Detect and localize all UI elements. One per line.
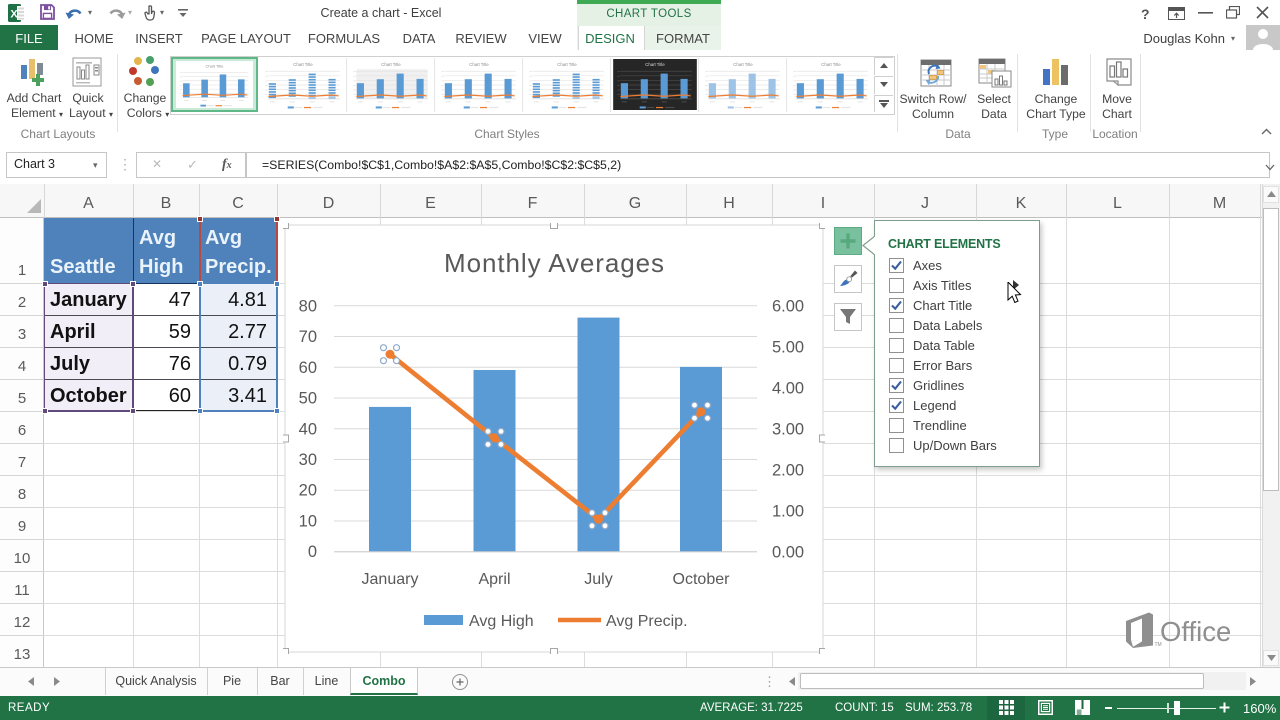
svg-text:Chart Title: Chart Title xyxy=(733,62,753,67)
svg-text:Chart Title: Chart Title xyxy=(821,62,841,67)
svg-text:5.00: 5.00 xyxy=(772,338,804,356)
svg-text:30: 30 xyxy=(299,451,317,469)
svg-text:Chart Title: Chart Title xyxy=(381,62,401,67)
svg-text:Avg High: Avg High xyxy=(469,613,534,630)
svg-text:0.00: 0.00 xyxy=(772,543,804,561)
svg-text:Chart Title: Chart Title xyxy=(645,62,665,67)
svg-text:Monthly Averages: Monthly Averages xyxy=(444,248,664,278)
svg-text:2.00: 2.00 xyxy=(772,461,804,479)
svg-text:70: 70 xyxy=(299,328,317,346)
svg-text:Chart Title: Chart Title xyxy=(206,64,225,69)
svg-text:Chart Title: Chart Title xyxy=(557,62,577,67)
svg-text:Avg Precip.: Avg Precip. xyxy=(606,613,688,630)
svg-text:20: 20 xyxy=(299,482,317,500)
svg-text:10: 10 xyxy=(299,513,317,531)
svg-text:Chart Title: Chart Title xyxy=(469,62,489,67)
svg-text:Office: Office xyxy=(1160,616,1231,647)
svg-text:April: April xyxy=(478,571,510,588)
svg-text:6.00: 6.00 xyxy=(772,297,804,315)
svg-text:3.00: 3.00 xyxy=(772,420,804,438)
svg-text:60: 60 xyxy=(299,359,317,377)
svg-text:80: 80 xyxy=(299,297,317,315)
svg-text:1.00: 1.00 xyxy=(772,502,804,520)
svg-text:4.00: 4.00 xyxy=(772,379,804,397)
svg-text:40: 40 xyxy=(299,420,317,438)
svg-text:October: October xyxy=(673,571,731,588)
svg-text:0: 0 xyxy=(308,543,317,561)
svg-text:50: 50 xyxy=(299,390,317,408)
svg-text:Chart Title: Chart Title xyxy=(293,62,313,67)
svg-text:TM: TM xyxy=(1155,642,1162,648)
svg-text:July: July xyxy=(584,571,612,588)
svg-text:X: X xyxy=(10,9,18,21)
svg-text:January: January xyxy=(362,571,419,588)
